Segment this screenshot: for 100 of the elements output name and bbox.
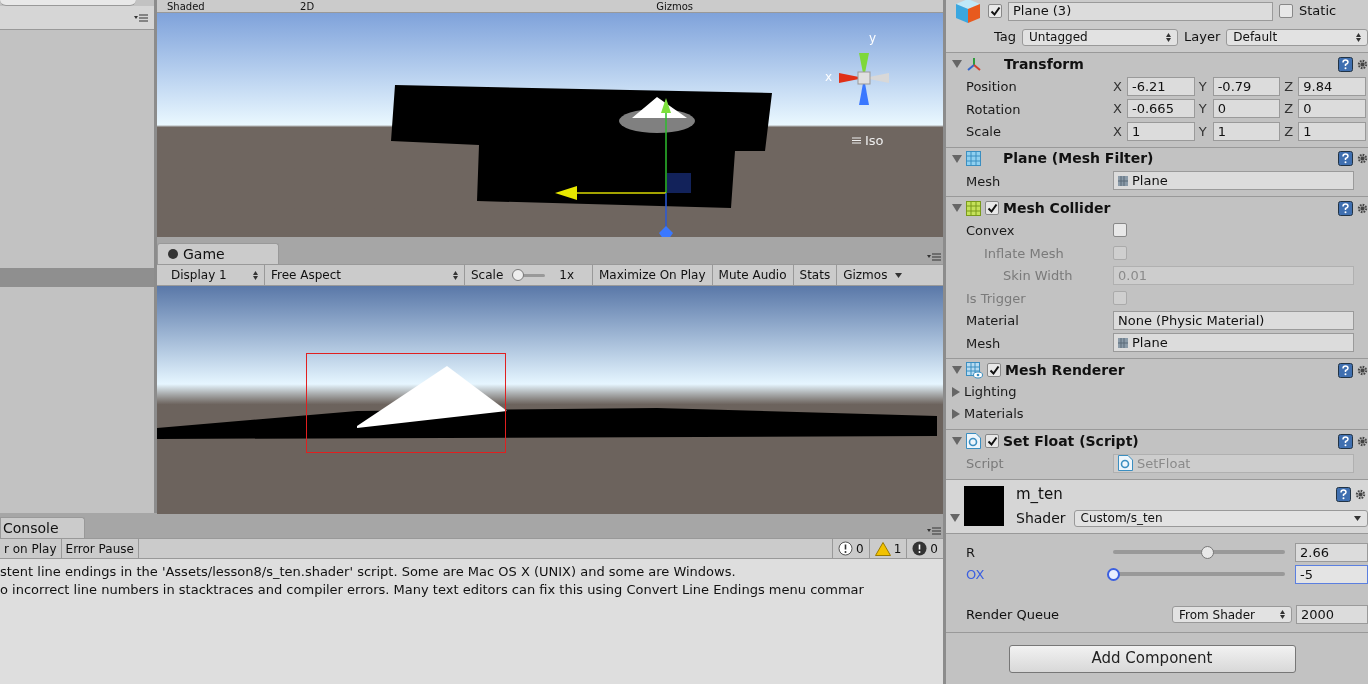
component-title[interactable]: Mesh Renderer — [1005, 359, 1125, 381]
help-icon[interactable] — [1336, 487, 1351, 502]
value-field[interactable]: Plane — [1113, 333, 1354, 353]
component-title[interactable]: Plane (Mesh Filter) — [1003, 148, 1154, 169]
component-title[interactable]: Transform — [1004, 53, 1084, 75]
settings-icon[interactable] — [1357, 364, 1368, 376]
message-count[interactable]: 0 — [930, 539, 938, 558]
value-field[interactable]: -5 — [1295, 565, 1368, 584]
message-count[interactable]: 0 — [856, 539, 864, 558]
help-icon[interactable] — [1338, 433, 1353, 449]
toolbar-toggle-button[interactable]: Maximize On Play — [593, 265, 713, 285]
tag-dropdown[interactable]: Untagged — [1022, 28, 1178, 46]
message-count[interactable]: 1 — [893, 539, 902, 558]
component-title[interactable]: Mesh Collider — [1003, 197, 1111, 219]
value-field[interactable]: 1 — [1212, 121, 1281, 141]
value-field[interactable]: 0 — [1212, 99, 1281, 119]
toolbar-dropdown[interactable]: Display 1 — [165, 265, 265, 285]
mesh-icon — [1118, 337, 1128, 348]
menu-icon[interactable] — [927, 527, 941, 535]
value-field[interactable]: -6.21 — [1127, 76, 1195, 96]
slider-thumb[interactable] — [512, 269, 525, 281]
help-icon[interactable] — [1338, 56, 1353, 72]
value-field[interactable]: None (Physic Material) — [1113, 310, 1354, 330]
settings-icon[interactable] — [1357, 202, 1368, 214]
grid-icon — [966, 151, 981, 166]
warning-icon — [874, 541, 891, 556]
expanded-triangle-icon[interactable] — [952, 60, 962, 68]
collapsed-triangle-icon[interactable] — [952, 409, 960, 419]
shader-dropdown[interactable]: Custom/s_ten — [1073, 509, 1368, 527]
property-label: Scale — [966, 124, 1001, 140]
help-icon[interactable] — [1338, 151, 1353, 166]
checkbox[interactable] — [985, 201, 999, 215]
projection-label[interactable]: Iso — [865, 131, 884, 151]
toolbar-toggle-button[interactable]: Mute Audio — [712, 265, 794, 285]
lines-icon — [852, 137, 861, 144]
grid-icon — [966, 200, 981, 216]
property-label: Render Queue — [966, 605, 1061, 624]
console-message[interactable]: o incorrect line numbers in stacktraces and compiler errors. Many text editors can fix this using Convert Line Endings menu commar — [0, 581, 864, 599]
collapsed-triangle-icon[interactable] — [952, 387, 960, 397]
property-label: Inflate Mesh — [984, 245, 1064, 261]
help-icon[interactable] — [1338, 362, 1353, 378]
tag-label: Tag — [994, 28, 1016, 47]
checkbox[interactable] — [1279, 4, 1293, 18]
layer-dropdown[interactable]: Default — [1226, 28, 1368, 46]
console-message[interactable]: stent line endings in the 'Assets/lesson8/s_ten.shader' script. Some are Mac OS X (UNIX) and some are Windows. — [0, 563, 736, 581]
menu-icon[interactable] — [134, 13, 148, 22]
game-tab[interactable]: Game — [157, 243, 279, 264]
info-icon — [838, 541, 854, 556]
slider-thumb[interactable] — [1107, 568, 1120, 581]
settings-icon[interactable] — [1355, 489, 1366, 500]
checkbox[interactable] — [985, 434, 999, 448]
console-toggle-button[interactable]: r on Play — [0, 539, 62, 558]
search-field[interactable] — [0, 0, 136, 6]
console-toggle-button[interactable]: Error Pause — [61, 539, 139, 558]
caret-down-icon — [895, 272, 903, 278]
value-field[interactable]: 1 — [1298, 121, 1366, 141]
value-field[interactable]: 1 — [1127, 121, 1195, 141]
toolbar-toggle-button[interactable]: Stats — [793, 265, 838, 285]
property-label: Is Trigger — [966, 290, 1026, 306]
object-name-field[interactable]: Plane (3) — [1008, 1, 1273, 21]
toolbar-dropdown[interactable]: Free Aspect — [265, 265, 465, 285]
material-name: m_ten — [1016, 484, 1064, 506]
axis-label: X — [1113, 77, 1123, 96]
help-icon[interactable] — [1338, 200, 1353, 216]
value-field[interactable]: -0.665 — [1127, 99, 1195, 119]
value-field[interactable]: 0 — [1298, 99, 1366, 119]
add-component-button[interactable]: Add Component — [1008, 644, 1296, 673]
checkbox[interactable] — [988, 4, 1002, 18]
value-field[interactable]: 2.66 — [1295, 543, 1368, 562]
checkbox[interactable] — [987, 363, 1001, 377]
grid-eye-icon — [966, 361, 983, 379]
script-file-icon — [1118, 455, 1133, 472]
mesh-icon — [1118, 175, 1128, 186]
scale-label: Scale — [471, 267, 504, 284]
value-field[interactable]: 2000 — [1296, 605, 1368, 624]
gizmos-dropdown[interactable]: Gizmos — [656, 0, 693, 12]
value-field[interactable]: Plane — [1113, 171, 1354, 191]
axes-icon — [966, 56, 982, 72]
value-field[interactable]: -0.79 — [1212, 76, 1281, 96]
component-title[interactable]: Set Float (Script) — [1003, 430, 1139, 452]
menu-icon[interactable] — [927, 253, 941, 261]
value-field[interactable]: 9.84 — [1298, 76, 1366, 96]
property-label: Convex — [966, 223, 1015, 239]
gizmos-dropdown[interactable]: Gizmos — [837, 265, 909, 285]
mode-2d-button[interactable]: 2D — [300, 0, 315, 12]
checkbox[interactable] — [1113, 223, 1127, 238]
render-queue-dropdown[interactable]: From Shader — [1172, 606, 1292, 623]
axis-label: Y — [1198, 122, 1208, 141]
y-axis-label: y — [869, 30, 877, 47]
settings-icon[interactable] — [1357, 153, 1368, 164]
settings-icon[interactable] — [1357, 435, 1368, 447]
settings-icon[interactable] — [1357, 58, 1368, 70]
slider-thumb[interactable] — [1201, 546, 1215, 559]
property-label: Position — [966, 79, 1017, 95]
draw-mode-dropdown[interactable]: Shaded — [167, 0, 205, 12]
axis-label: X — [1113, 100, 1123, 118]
axis-label: Y — [1198, 100, 1208, 118]
property-label: Rotation — [966, 101, 1021, 117]
static-label: Static — [1299, 2, 1337, 21]
console-tab[interactable]: Console — [0, 517, 85, 538]
